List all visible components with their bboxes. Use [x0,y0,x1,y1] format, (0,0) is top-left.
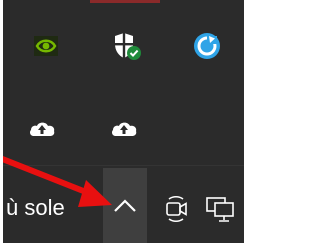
windows-security-tray-icon[interactable] [107,26,147,66]
cloud-upload-icon [30,122,55,136]
sync-tray-icon[interactable] [187,26,227,66]
meet-now-icon [166,195,187,223]
hidden-icons-flyout [0,0,248,165]
sync-icon [194,33,220,59]
screenshot: ù sole [0,0,248,247]
nvidia-icon [34,36,58,56]
network-wired-icon [206,197,234,222]
chevron-up-icon [114,198,136,212]
left-border [0,0,3,247]
bottom-border [0,243,248,247]
language-indicator-text[interactable]: ù sole [6,195,65,221]
network-button[interactable] [200,189,240,229]
meet-now-button[interactable] [156,189,196,229]
nvidia-tray-icon[interactable] [26,26,66,66]
flyout-top-accent [90,0,160,3]
cloud-upload-tray-icon-1[interactable] [22,108,62,148]
right-border [244,0,248,247]
windows-security-icon [115,33,141,60]
show-hidden-icons-button[interactable] [103,168,147,243]
cloud-upload-tray-icon-2[interactable] [104,108,144,148]
cloud-upload-icon [112,122,137,136]
